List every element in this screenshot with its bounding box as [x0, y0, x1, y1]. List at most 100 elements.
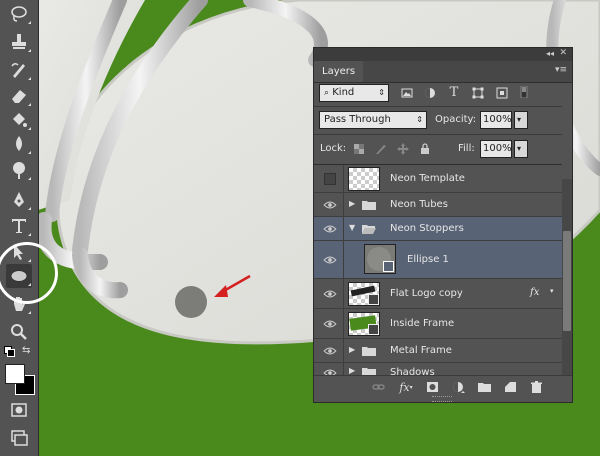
- filter-toggle-button[interactable]: [517, 85, 531, 99]
- zoom-tool[interactable]: [6, 320, 32, 344]
- image-icon: [401, 88, 413, 98]
- opacity-dropdown-button[interactable]: ▾: [514, 111, 528, 129]
- eye-icon[interactable]: [322, 344, 338, 358]
- foreground-color-swatch[interactable]: [5, 364, 25, 384]
- type-icon: [12, 219, 26, 233]
- blend-mode-select[interactable]: Pass Through ⇕: [319, 111, 427, 129]
- mask-icon: [426, 382, 438, 392]
- fx-badge[interactable]: fx: [530, 287, 539, 298]
- fill-dropdown-button[interactable]: ▾: [514, 140, 528, 158]
- folder-icon: [362, 201, 376, 210]
- layer-thumbnail: [348, 282, 380, 306]
- expand-arrow-icon[interactable]: ▶: [349, 366, 355, 375]
- opacity-input[interactable]: 100%: [480, 111, 512, 129]
- eye-icon[interactable]: [322, 253, 338, 267]
- layer-row-neon-template[interactable]: Neon Template: [314, 165, 562, 193]
- layer-row-metal-frame[interactable]: ▶ Metal Frame: [314, 339, 562, 363]
- eye-icon[interactable]: [322, 287, 338, 301]
- type-tool[interactable]: [6, 214, 32, 238]
- lock-transparent-button[interactable]: [352, 142, 366, 156]
- expand-arrow-icon[interactable]: ▶: [349, 199, 355, 208]
- folder-icon: [362, 347, 376, 356]
- lasso-tool[interactable]: [6, 2, 32, 26]
- swap-colors-icon[interactable]: ⇆: [22, 345, 30, 356]
- layer-row-neon-stoppers[interactable]: ▼ Neon Stoppers: [314, 217, 562, 241]
- close-icon[interactable]: ✕: [559, 48, 567, 58]
- panel-tab-bar: Layers ▾≡: [314, 61, 572, 83]
- lock-all-button[interactable]: [418, 142, 432, 156]
- new-adjustment-layer-button[interactable]: [450, 380, 466, 394]
- delete-layer-button[interactable]: [528, 380, 544, 394]
- type-filter-icon: T: [449, 84, 459, 100]
- shape-icon: [472, 87, 484, 99]
- layer-row-flat-logo-copy[interactable]: Flat Logo copy fx ▾: [314, 279, 562, 309]
- lock-pixels-button[interactable]: [374, 142, 388, 156]
- link-layers-button[interactable]: [370, 380, 386, 394]
- add-mask-button[interactable]: [424, 380, 440, 394]
- panel-titlebar[interactable]: ◂◂ ✕: [314, 48, 572, 61]
- dodge-icon: [13, 162, 25, 179]
- filter-shape-button[interactable]: [471, 86, 485, 100]
- brush-icon: [376, 145, 386, 154]
- eye-icon[interactable]: [322, 317, 338, 331]
- eraser-tool[interactable]: [6, 84, 32, 108]
- scrollbar-thumb[interactable]: [563, 231, 571, 331]
- layer-row-shadows[interactable]: ▶ Shadows: [314, 363, 562, 375]
- fill-label: Fill:: [458, 143, 475, 154]
- paint-bucket-tool[interactable]: [6, 108, 32, 132]
- expand-arrow-icon[interactable]: ▶: [349, 345, 355, 354]
- eye-icon[interactable]: [322, 198, 338, 212]
- filter-adjustment-button[interactable]: [423, 86, 437, 100]
- filter-kind-select[interactable]: ⌕ Kind ⇕: [319, 84, 389, 102]
- layer-name: Neon Template: [390, 173, 465, 184]
- blur-tool[interactable]: [6, 132, 32, 156]
- lasso-icon: [11, 6, 27, 22]
- collapse-panel-icon[interactable]: ◂◂: [546, 49, 554, 58]
- collapse-arrow-icon[interactable]: ▼: [349, 223, 355, 232]
- layer-row-ellipse-1[interactable]: Ellipse 1: [314, 241, 562, 279]
- layer-row-neon-tubes[interactable]: ▶ Neon Tubes: [314, 193, 562, 217]
- new-group-button[interactable]: [476, 380, 492, 394]
- pen-tool[interactable]: [6, 188, 32, 212]
- expand-effects-icon[interactable]: ▾: [550, 287, 554, 295]
- toggle-icon: [520, 86, 528, 98]
- shape-thumbnail: [364, 244, 396, 274]
- eye-icon[interactable]: [322, 366, 338, 375]
- dodge-tool[interactable]: [6, 158, 32, 182]
- history-brush-icon: [11, 62, 25, 78]
- lock-label: Lock:: [320, 143, 347, 154]
- panel-resize-grip[interactable]: [432, 396, 452, 402]
- lock-position-button[interactable]: [396, 142, 410, 156]
- layer-name: Neon Stoppers: [390, 223, 464, 234]
- folder-icon: [477, 383, 491, 392]
- panel-menu-icon[interactable]: ▾≡: [555, 65, 567, 75]
- pen-icon: [14, 192, 24, 207]
- eye-icon[interactable]: [322, 222, 338, 236]
- layer-name: Ellipse 1: [407, 254, 449, 265]
- smart-object-badge-icon: [368, 324, 379, 335]
- folder-icon: [362, 368, 376, 375]
- layer-name: Flat Logo copy: [390, 288, 463, 299]
- zoom-icon: [11, 324, 27, 340]
- chevron-updown-icon: ⇕: [416, 115, 423, 124]
- history-brush-tool[interactable]: [6, 58, 32, 82]
- layers-scrollbar[interactable]: [562, 179, 572, 375]
- blur-icon: [16, 136, 22, 151]
- quick-mask-icon: [11, 403, 27, 417]
- add-layer-style-button[interactable]: fx ▾: [396, 380, 416, 394]
- move-icon: [397, 143, 409, 155]
- layer-row-inside-frame[interactable]: Inside Frame: [314, 309, 562, 339]
- screen-mode-button[interactable]: [6, 426, 32, 450]
- tab-layers[interactable]: Layers: [314, 61, 364, 82]
- default-colors-icon[interactable]: [4, 346, 15, 357]
- new-layer-button[interactable]: [502, 380, 518, 394]
- layer-name: Inside Frame: [390, 318, 455, 329]
- fill-input[interactable]: 100%: [480, 140, 512, 158]
- clone-stamp-tool[interactable]: [6, 30, 32, 54]
- visibility-toggle-off[interactable]: [324, 173, 336, 185]
- quick-mask-button[interactable]: [6, 398, 32, 422]
- filter-pixel-button[interactable]: [400, 86, 414, 100]
- eraser-icon: [12, 90, 26, 103]
- filter-type-button[interactable]: T: [447, 84, 461, 100]
- filter-smart-object-button[interactable]: [495, 86, 509, 100]
